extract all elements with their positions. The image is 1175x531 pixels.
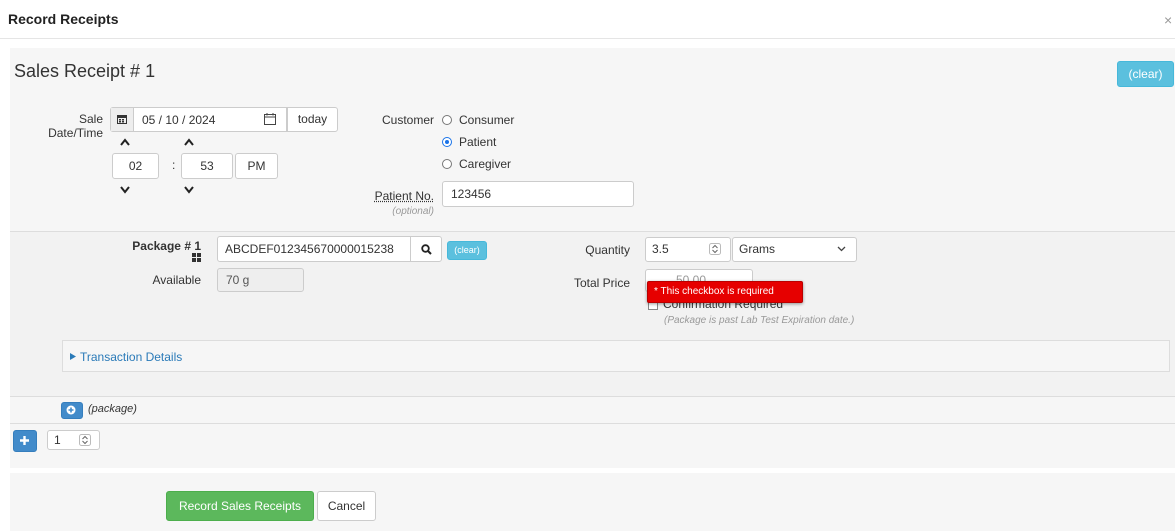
grid-icon bbox=[192, 253, 201, 262]
validation-tooltip: * This checkbox is required bbox=[647, 281, 803, 303]
sale-label: Sale bbox=[78, 112, 103, 126]
calendar-icon bbox=[117, 115, 127, 124]
time-separator: : bbox=[172, 158, 176, 172]
today-button[interactable]: today bbox=[287, 107, 338, 132]
add-receipt-button[interactable] bbox=[13, 430, 37, 452]
minute-down-icon[interactable] bbox=[184, 186, 194, 197]
clear-package-button[interactable]: (clear) bbox=[447, 241, 487, 260]
clear-receipt-button[interactable]: (clear) bbox=[1117, 61, 1174, 87]
date-picker-icon[interactable] bbox=[264, 113, 276, 125]
customer-consumer-label: Consumer bbox=[459, 113, 515, 127]
add-package-label: (package) bbox=[88, 403, 137, 415]
modal-title: Record Receipts bbox=[8, 11, 119, 27]
receipt-title: Sales Receipt # 1 bbox=[14, 61, 156, 81]
sale-date-value: 05 / 10 / 2024 bbox=[142, 113, 216, 127]
customer-patient-radio[interactable] bbox=[442, 137, 452, 147]
plus-icon bbox=[20, 436, 29, 445]
transaction-details-panel[interactable] bbox=[62, 340, 1170, 372]
chevron-down-icon bbox=[837, 246, 846, 252]
customer-label: Customer bbox=[381, 113, 434, 127]
search-icon bbox=[421, 244, 432, 255]
package-search-button[interactable] bbox=[410, 236, 442, 262]
customer-caregiver-label: Caregiver bbox=[459, 157, 512, 171]
receipt-count-input[interactable]: 1 bbox=[47, 430, 100, 450]
hour-down-icon[interactable] bbox=[120, 186, 130, 197]
hour-up-icon[interactable] bbox=[120, 138, 130, 149]
sale-date-input[interactable]: 05 / 10 / 2024 bbox=[110, 107, 287, 132]
plus-circle-icon bbox=[66, 405, 76, 415]
customer-patient-label: Patient bbox=[459, 135, 497, 149]
total-price-label: Total Price bbox=[573, 276, 630, 290]
minute-up-icon[interactable] bbox=[184, 138, 194, 149]
hour-input[interactable]: 02 bbox=[112, 153, 159, 179]
close-icon[interactable]: × bbox=[1164, 12, 1172, 28]
customer-consumer-radio[interactable] bbox=[442, 115, 452, 125]
patient-no-label: Patient No. bbox=[374, 189, 434, 203]
caret-right-icon bbox=[70, 353, 76, 360]
transaction-details-toggle[interactable]: Transaction Details bbox=[80, 350, 182, 364]
quantity-stepper-icon[interactable] bbox=[709, 243, 721, 255]
available-value: 70 g bbox=[217, 268, 304, 292]
package-tag-input[interactable]: ABCDEF012345670000015238 bbox=[217, 236, 411, 262]
expiration-note: (Package is past Lab Test Expiration dat… bbox=[664, 315, 855, 326]
modal-header bbox=[0, 0, 1175, 39]
datetime-label: Date/Time bbox=[48, 126, 103, 140]
package-label: Package # 1 bbox=[132, 239, 201, 253]
customer-caregiver-radio[interactable] bbox=[442, 159, 452, 169]
ampm-toggle-button[interactable]: PM bbox=[235, 153, 278, 179]
divider bbox=[10, 423, 1175, 424]
receipt-count-stepper-icon[interactable] bbox=[79, 434, 91, 446]
patient-no-optional: (optional) bbox=[392, 206, 434, 217]
cancel-button[interactable]: Cancel bbox=[317, 491, 376, 521]
quantity-label: Quantity bbox=[585, 243, 630, 257]
available-label: Available bbox=[152, 273, 201, 287]
add-package-button[interactable] bbox=[61, 402, 83, 419]
patient-no-input[interactable]: 123456 bbox=[442, 181, 634, 207]
minute-input[interactable]: 53 bbox=[181, 153, 233, 179]
record-sales-receipts-button[interactable]: Record Sales Receipts bbox=[166, 491, 314, 521]
divider bbox=[10, 396, 1175, 397]
calendar-addon bbox=[111, 108, 134, 131]
